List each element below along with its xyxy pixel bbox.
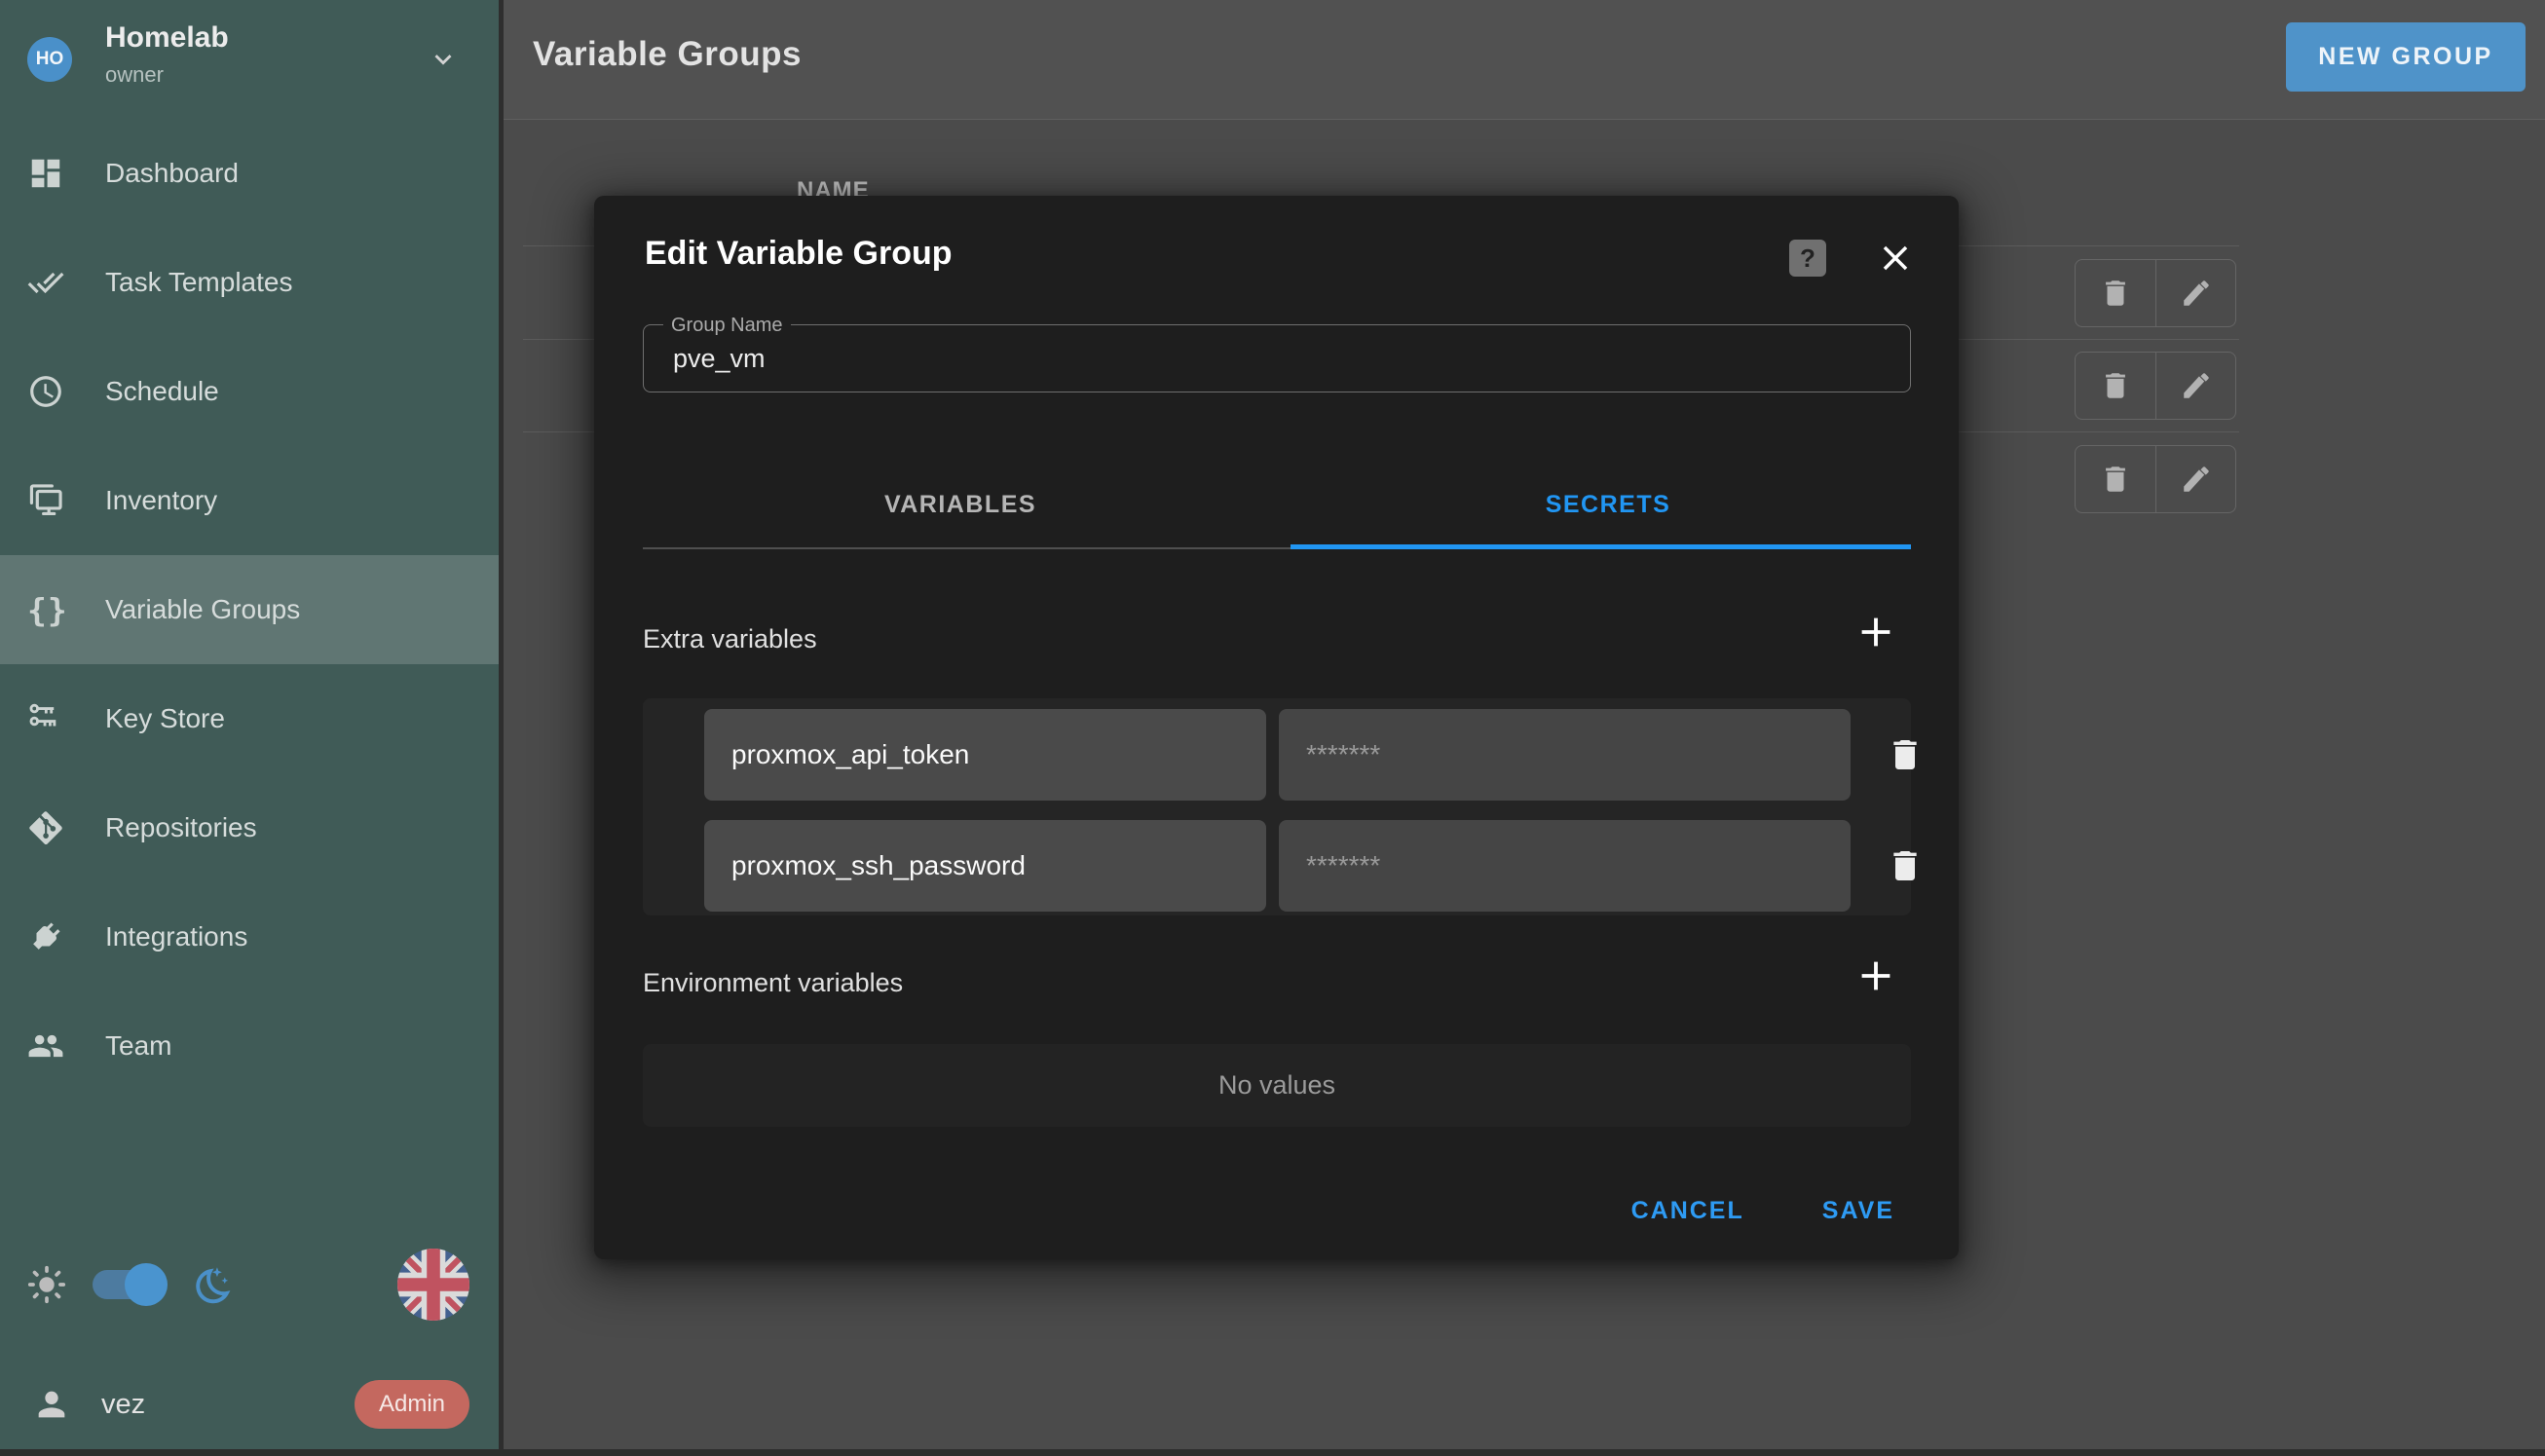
repositories-icon: [27, 809, 64, 846]
secret-value-input[interactable]: [1279, 709, 1851, 801]
uk-flag-language-icon[interactable]: [397, 1249, 469, 1321]
sidebar-item-integrations[interactable]: Integrations: [0, 882, 499, 991]
chevron-down-icon[interactable]: [427, 43, 460, 76]
extra-variables-list: [643, 698, 1911, 915]
sidebar-item-dashboard[interactable]: Dashboard: [0, 119, 499, 228]
person-icon: [32, 1385, 71, 1424]
inventory-icon: [27, 482, 64, 519]
delete-row-button[interactable]: [2076, 446, 2155, 512]
help-icon[interactable]: ?: [1789, 240, 1826, 277]
sidebar-item-task-templates[interactable]: Task Templates: [0, 228, 499, 337]
project-avatar: HO: [27, 37, 72, 82]
tab-secrets[interactable]: SECRETS: [1291, 478, 1926, 532]
sidebar-item-variable-groups[interactable]: {} Variable Groups: [0, 555, 499, 664]
table-row-actions: [2075, 352, 2236, 420]
secret-value-input[interactable]: [1279, 820, 1851, 912]
team-icon: [27, 1027, 64, 1064]
secret-value-field: [1279, 709, 1851, 801]
schedule-icon: [27, 373, 64, 410]
edit-row-button[interactable]: [2155, 446, 2235, 512]
edit-row-button[interactable]: [2155, 260, 2235, 326]
variable-groups-icon: {}: [27, 591, 68, 628]
sidebar-item-inventory[interactable]: Inventory: [0, 446, 499, 555]
secret-value-field: [1279, 820, 1851, 912]
edit-variable-group-dialog: Edit Variable Group ? Group Name VARIABL…: [594, 196, 1959, 1259]
delete-secret-icon[interactable]: [1886, 846, 1925, 885]
page-bottom-edge: [0, 1449, 2545, 1456]
cancel-button[interactable]: CANCEL: [1631, 1197, 1744, 1225]
save-button[interactable]: SAVE: [1822, 1197, 1894, 1225]
sidebar-divider: [499, 0, 504, 1456]
theme-toggle-knob[interactable]: [125, 1263, 168, 1306]
project-name: Homelab: [105, 21, 229, 55]
secret-name-input[interactable]: [704, 709, 1266, 801]
add-extra-variable-icon[interactable]: [1853, 610, 1898, 654]
key-store-icon: [27, 700, 64, 737]
task-templates-icon: [27, 264, 64, 301]
group-name-label: Group Name: [663, 315, 791, 337]
dialog-actions: CANCEL SAVE: [594, 1186, 1959, 1235]
dashboard-icon: [27, 155, 64, 192]
sidebar: HO Homelab owner Dashboard Task Template…: [0, 0, 499, 1456]
close-icon[interactable]: [1875, 238, 1916, 279]
group-name-input[interactable]: [644, 325, 1910, 392]
edit-row-button[interactable]: [2155, 353, 2235, 419]
delete-row-button[interactable]: [2076, 260, 2155, 326]
sidebar-item-schedule[interactable]: Schedule: [0, 337, 499, 446]
tabs-track: [643, 547, 1291, 549]
extra-variables-title: Extra variables: [643, 624, 817, 654]
secret-name-field: [704, 709, 1266, 801]
project-switcher[interactable]: HO Homelab owner: [0, 0, 499, 119]
environment-variables-title: Environment variables: [643, 968, 903, 998]
table-row-actions: [2075, 445, 2236, 513]
tab-variables[interactable]: VARIABLES: [643, 478, 1278, 532]
sidebar-item-repositories[interactable]: Repositories: [0, 773, 499, 882]
environment-variables-empty: No values: [643, 1044, 1911, 1127]
user-name[interactable]: vez: [101, 1389, 145, 1421]
active-tab-indicator: [1291, 544, 1911, 549]
admin-badge: Admin: [355, 1380, 469, 1429]
main-header: [504, 0, 2545, 120]
page-title: Variable Groups: [533, 35, 802, 74]
sidebar-item-team[interactable]: Team: [0, 991, 499, 1101]
delete-secret-icon[interactable]: [1886, 735, 1925, 774]
sidebar-item-key-store[interactable]: Key Store: [0, 664, 499, 773]
new-group-button[interactable]: NEW GROUP: [2286, 22, 2526, 92]
group-name-field: Group Name: [643, 324, 1911, 392]
integrations-icon: [27, 918, 64, 955]
add-environment-variable-icon[interactable]: [1853, 953, 1898, 998]
table-row-actions: [2075, 259, 2236, 327]
project-role: owner: [105, 62, 164, 88]
secret-name-input[interactable]: [704, 820, 1266, 912]
secret-name-field: [704, 820, 1266, 912]
dialog-title: Edit Variable Group: [645, 235, 953, 273]
sun-icon: [25, 1263, 68, 1306]
delete-row-button[interactable]: [2076, 353, 2155, 419]
moon-icon: [187, 1263, 233, 1309]
